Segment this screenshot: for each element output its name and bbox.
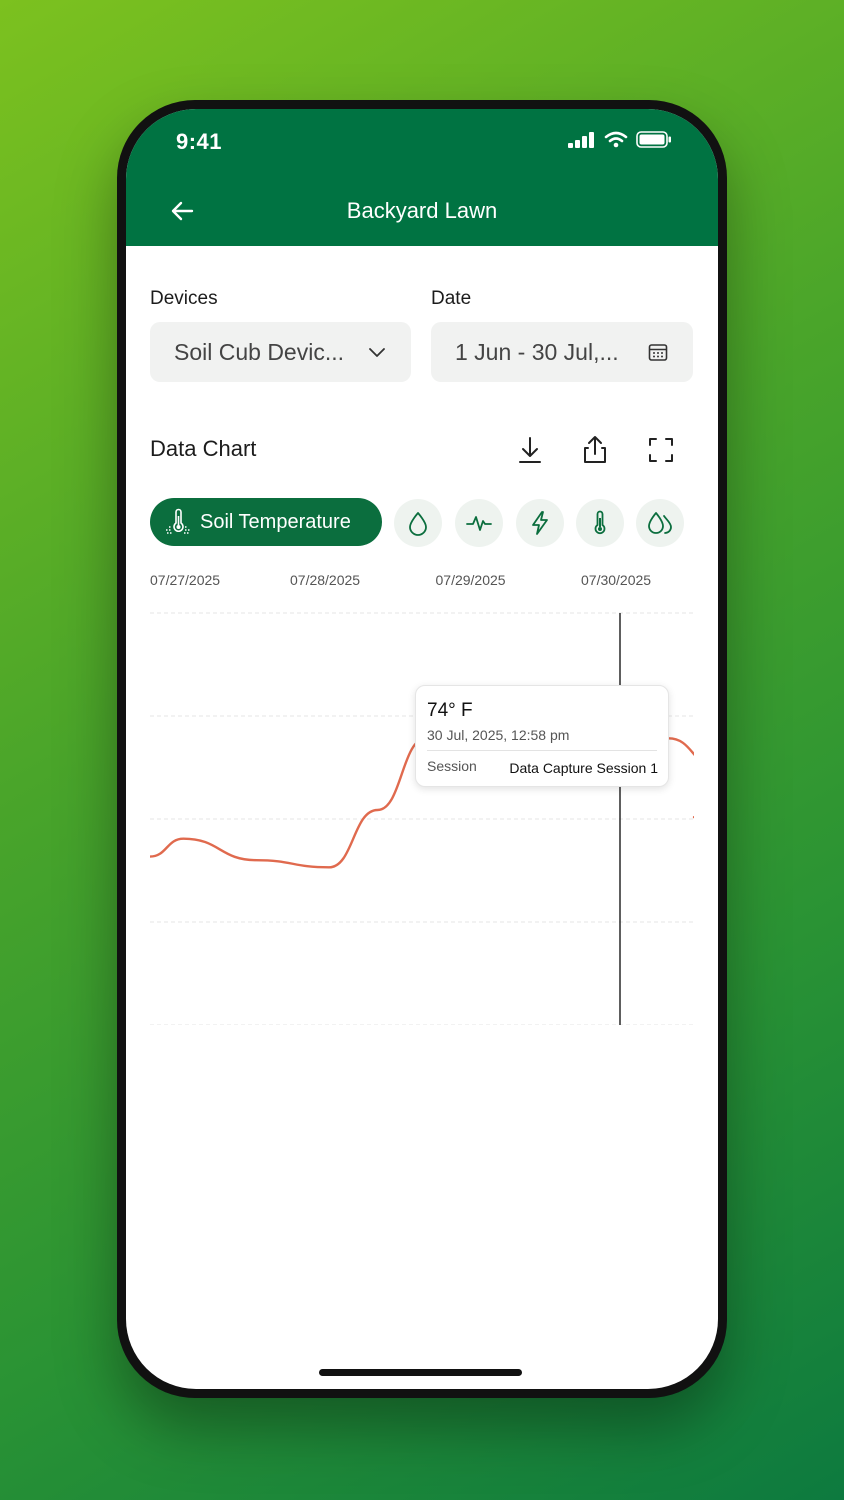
fullscreen-icon[interactable] (643, 432, 679, 468)
phone-frame: 9:41 Backyard Lawn Devices Soil Cub Devi… (117, 100, 727, 1398)
chart-x-tick-label: 07/27/2025 (150, 572, 221, 588)
date-range-picker[interactable]: 1 Jun - 30 Jul,... (431, 322, 693, 382)
tooltip-divider (427, 750, 657, 751)
thermometer-icon (594, 510, 606, 535)
metric-humidity-button[interactable] (636, 499, 684, 547)
tooltip-datetime: 30 Jul, 2025, 12:58 pm (427, 727, 570, 743)
wifi-icon (604, 131, 628, 148)
home-indicator (319, 1369, 522, 1376)
date-range-value: 1 Jun - 30 Jul,... (455, 338, 619, 365)
metric-soil-temperature-pill[interactable]: Soil Temperature (150, 498, 382, 546)
devices-label: Devices (150, 288, 218, 309)
metric-pill-label: Soil Temperature (200, 510, 351, 533)
share-icon[interactable] (577, 432, 613, 468)
soil-temperature-icon (166, 508, 190, 534)
double-drop-icon (648, 512, 672, 534)
metric-pulse-button[interactable] (455, 499, 503, 547)
download-icon[interactable] (512, 432, 548, 468)
chart-x-tick-label: 07/29/2025 (435, 572, 506, 588)
metric-conductivity-button[interactable] (516, 499, 564, 547)
water-drop-icon (409, 512, 427, 536)
calendar-icon (648, 344, 668, 361)
chart-tooltip: 74° F 30 Jul, 2025, 12:58 pm Session Dat… (415, 685, 669, 787)
tooltip-session-label: Session (427, 758, 477, 774)
date-label: Date (431, 288, 472, 309)
app-screen: 9:41 Backyard Lawn Devices Soil Cub Devi… (126, 109, 718, 1389)
status-time: 9:41 (176, 129, 223, 154)
signal-icon (568, 131, 594, 148)
pulse-icon (466, 516, 492, 531)
section-title: Data Chart (150, 436, 257, 461)
devices-dropdown[interactable]: Soil Cub Devic... (150, 322, 411, 382)
battery-icon (636, 131, 671, 148)
status-icons (568, 131, 672, 148)
devices-value: Soil Cub Devic... (174, 338, 345, 365)
chevron-down-icon (369, 348, 385, 357)
tooltip-value: 74° F (427, 700, 473, 721)
chart-x-tick-label: 07/28/2025 (290, 572, 361, 588)
metric-moisture-button[interactable] (394, 499, 442, 547)
line-chart[interactable] (150, 595, 694, 1025)
page-title: Backyard Lawn (346, 198, 498, 223)
tooltip-session-value: Data Capture Session 1 (509, 760, 658, 776)
app-header: 9:41 Backyard Lawn (126, 109, 718, 246)
lightning-icon (532, 511, 548, 535)
chart-x-tick-label: 07/30/2025 (581, 572, 652, 588)
metric-air-temperature-button[interactable] (576, 499, 624, 547)
